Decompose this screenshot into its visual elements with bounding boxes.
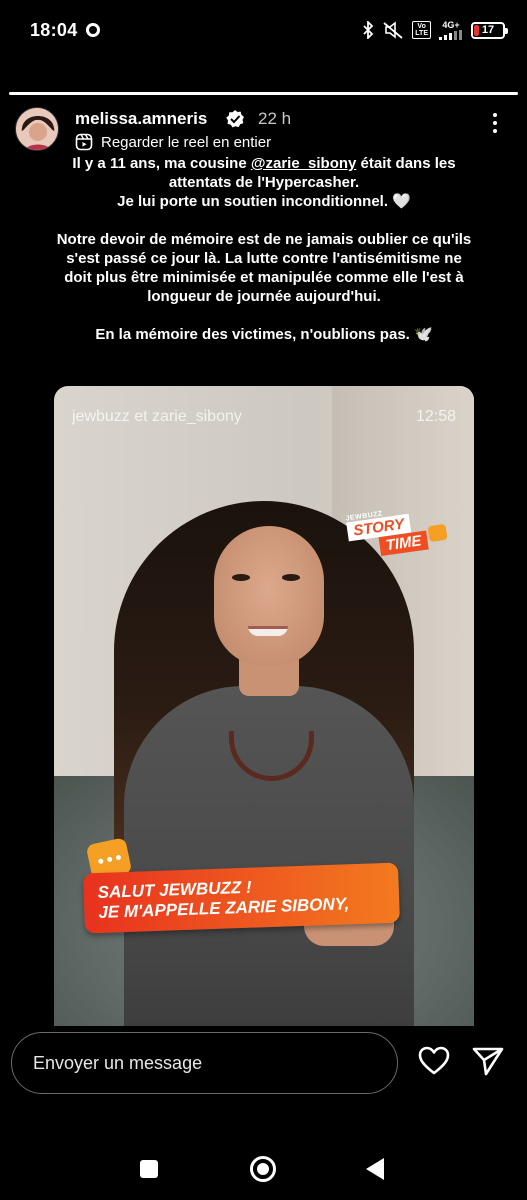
reel-link-label: Regarder le reel en entier: [101, 133, 272, 151]
reel-authors: jewbuzz et zarie_sibony: [72, 408, 242, 425]
reel-subtitle: SALUT JEWBUZZ ! JE M'APPELLE ZARIE SIBON…: [83, 862, 400, 934]
reel-eye-right: [282, 574, 300, 581]
network-icon: 4G+: [439, 20, 463, 40]
avatar[interactable]: [15, 107, 59, 151]
reel-overlay-top: jewbuzz et zarie_sibony 12:58: [72, 408, 456, 426]
story-caption: Il y a 11 ans, ma cousine @zarie_sibony …: [52, 154, 476, 363]
more-options-icon[interactable]: [488, 113, 502, 133]
caption-p1-line2: Je lui porte un soutien inconditionnel. …: [117, 193, 411, 210]
network-label: 4G+: [442, 20, 460, 30]
caption-paragraph-2: Notre devoir de mémoire est de ne jamais…: [56, 231, 472, 305]
reel-icon: [75, 133, 93, 151]
system-navigation-bar: [0, 1150, 527, 1190]
caption-paragraph-1: Il y a 11 ans, ma cousine @zarie_sibony …: [52, 154, 476, 211]
reel-person-face: [214, 526, 324, 666]
story-progress-bar: [9, 92, 518, 95]
status-indicators: Vo LTE 4G+ 17: [362, 20, 508, 40]
post-time: 22 h: [258, 109, 292, 128]
reel-eye-left: [232, 574, 250, 581]
reel-preview[interactable]: jewbuzz et zarie_sibony 12:58 JEWBUZZ ST…: [54, 386, 474, 1026]
status-bar: 18:04 Vo LTE 4G+ 17: [0, 0, 527, 62]
signal-icon: [439, 30, 462, 40]
caption-p1-before: Il y a 11 ans, ma cousine: [72, 155, 251, 172]
username[interactable]: melissa.amneris: [75, 109, 207, 129]
mention-link[interactable]: @zarie_sibony: [251, 155, 357, 172]
battery-fill: [474, 24, 480, 36]
story-header: melissa.amneris 22 h Regarder le reel en…: [15, 105, 512, 155]
reel-mouth: [248, 626, 288, 636]
like-heart-icon[interactable]: [418, 1046, 450, 1081]
mute-icon: [383, 21, 403, 39]
volte-icon: Vo LTE: [412, 21, 431, 39]
recent-apps-icon[interactable]: [140, 1160, 158, 1178]
back-icon[interactable]: [366, 1158, 384, 1180]
message-input[interactable]: [33, 1052, 397, 1074]
caption-paragraph-3: En la mémoire des victimes, n'oublions p…: [95, 326, 433, 343]
watch-full-reel-link[interactable]: Regarder le reel en entier: [75, 133, 271, 151]
whatsapp-notification-icon: [85, 22, 101, 43]
verified-badge-icon: [225, 109, 245, 134]
chat-bubble-icon: [427, 523, 448, 543]
battery-icon: 17: [471, 21, 508, 39]
home-icon[interactable]: [250, 1156, 276, 1182]
story-progress-fill: [9, 92, 518, 95]
reel-duration: 12:58: [415, 408, 456, 425]
message-composer[interactable]: [11, 1032, 398, 1094]
status-time: 18:04: [30, 20, 78, 40]
battery-level: 17: [481, 24, 495, 36]
bluetooth-icon: [363, 21, 374, 39]
send-icon[interactable]: [472, 1046, 504, 1081]
